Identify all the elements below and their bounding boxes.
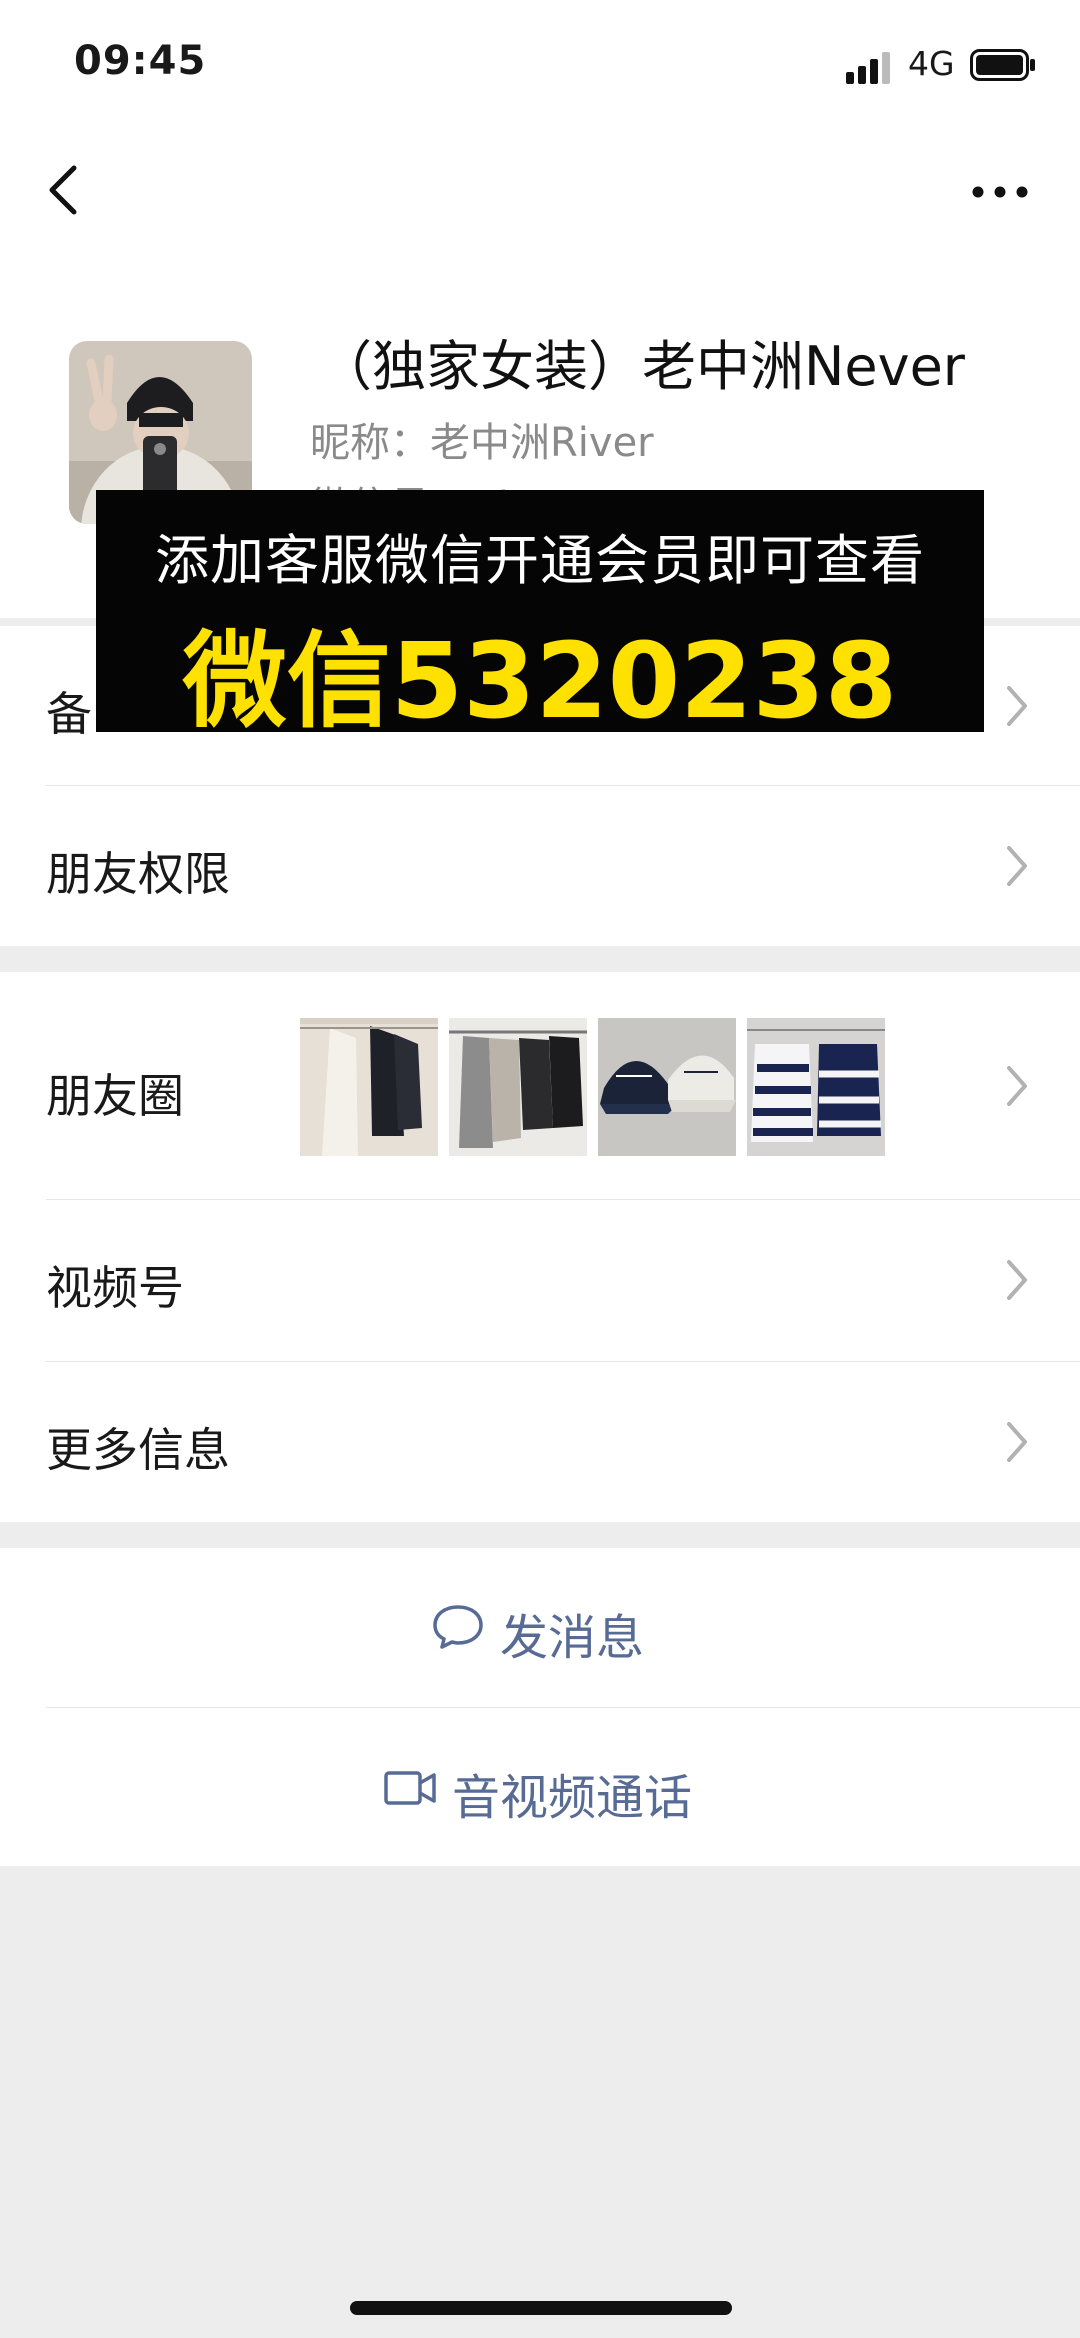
signal-icon	[846, 52, 890, 84]
back-icon[interactable]	[44, 160, 84, 220]
row-friend-permissions[interactable]: 朋友权限	[0, 786, 1080, 946]
row-channels[interactable]: 视频号	[0, 1200, 1080, 1362]
promo-banner-line1: 添加客服微信开通会员即可查看	[155, 529, 925, 592]
send-message-button[interactable]: 发消息	[0, 1548, 1080, 1708]
battery-icon	[970, 49, 1035, 81]
more-icon[interactable]	[972, 172, 1028, 212]
moments-thumbnail-1	[300, 1018, 438, 1156]
home-indicator	[350, 2301, 732, 2315]
chevron-right-icon	[1007, 686, 1027, 726]
status-time: 09:45	[74, 38, 207, 84]
row-moments[interactable]: 朋友圈	[0, 972, 1080, 1200]
row-channels-label: 视频号	[46, 1261, 184, 1315]
moments-thumbnail-4	[747, 1018, 885, 1156]
send-message-label: 发消息	[500, 1610, 645, 1666]
chevron-right-icon	[1007, 1422, 1027, 1462]
row-more-info-label: 更多信息	[46, 1423, 230, 1477]
video-call-label: 音视频通话	[452, 1770, 693, 1826]
row-friend-permissions-label: 朋友权限	[46, 847, 230, 901]
moments-thumbnail-3	[598, 1018, 736, 1156]
chevron-right-icon	[1007, 1066, 1027, 1106]
chevron-right-icon	[1007, 1260, 1027, 1300]
network-type: 4G	[908, 44, 955, 83]
promo-banner-line2: 微信5320238	[182, 620, 898, 742]
chevron-right-icon	[1007, 846, 1027, 886]
row-moments-label: 朋友圈	[46, 1069, 184, 1123]
row-more-info[interactable]: 更多信息	[0, 1362, 1080, 1522]
row-remark-label: 备	[46, 687, 92, 741]
video-call-button[interactable]: 音视频通话	[0, 1708, 1080, 1866]
video-camera-icon	[384, 1771, 436, 1805]
nickname: 昵称：老中洲River	[310, 420, 654, 466]
display-name: （独家女装）老中洲Never	[318, 335, 965, 398]
moments-thumbnail-2	[449, 1018, 587, 1156]
promo-banner: 添加客服微信开通会员即可查看 微信5320238	[96, 490, 984, 742]
message-bubble-icon	[433, 1605, 483, 1649]
